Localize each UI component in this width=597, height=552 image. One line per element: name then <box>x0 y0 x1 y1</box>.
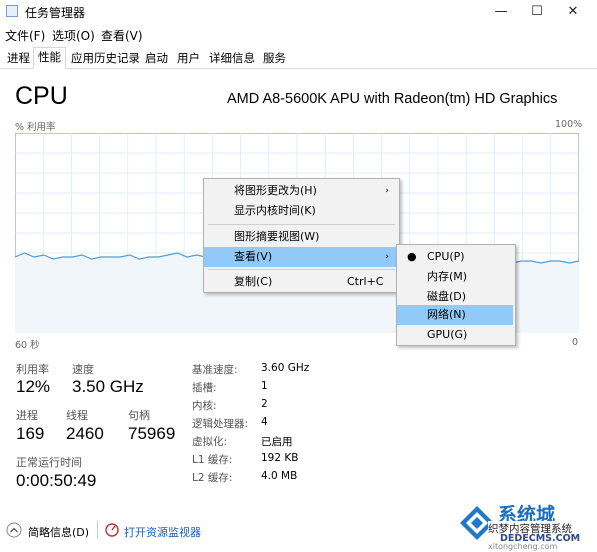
menu-item-view[interactable]: 查看(V) › <box>204 247 399 267</box>
detail-value: 1 <box>261 380 268 392</box>
tab-startup[interactable]: 启动 <box>140 48 173 67</box>
menu-file[interactable]: 文件(F) <box>5 27 45 44</box>
cpu-model: AMD A8-5600K APU with Radeon(tm) HD Grap… <box>227 91 558 107</box>
menu-view[interactable]: 查看(V) <box>101 27 143 44</box>
page-title: CPU <box>15 82 68 110</box>
watermark-logo: 系统城 织梦内容管理系统 DEDECMS.COM xitongcheng.com <box>458 500 597 552</box>
context-menu: 将图形更改为(H) › 显示内核时间(K) 图形摘要视图(W) 查看(V) › … <box>203 178 400 293</box>
uptime-label: 正常运行时间 <box>16 456 82 469</box>
handles-label: 句柄 <box>128 409 150 422</box>
detail-value: 2 <box>261 398 268 410</box>
menu-item-label: 内存(M) <box>427 270 468 283</box>
detail-value: 4.0 MB <box>261 470 298 482</box>
menu-options[interactable]: 选项(O) <box>52 27 95 44</box>
detail-key: 内核: <box>192 400 217 412</box>
tab-performance[interactable]: 性能 <box>33 47 66 69</box>
tab-details[interactable]: 详细信息 <box>204 48 260 67</box>
submenu-item-disk[interactable]: 磁盘(D) <box>397 287 515 307</box>
x-axis-left-label: 60 秒 <box>15 340 40 351</box>
task-manager-icon <box>6 5 18 17</box>
detail-key: 虚拟化: <box>192 436 228 448</box>
menu-separator <box>208 224 395 225</box>
close-button[interactable]: ✕ <box>558 2 588 22</box>
menu-item-label: 将图形更改为(H) <box>234 184 317 197</box>
utilization-value: 12% <box>16 377 51 396</box>
uptime-value: 0:00:50:49 <box>16 471 97 490</box>
detail-key: L1 缓存: <box>192 454 233 466</box>
menu-item-show-kernel-time[interactable]: 显示内核时间(K) <box>204 201 399 221</box>
tab-processes[interactable]: 进程 <box>2 48 35 67</box>
submenu-arrow-icon: › <box>385 186 389 196</box>
submenu-item-cpu[interactable]: ● CPU(P) <box>397 247 515 267</box>
tab-users[interactable]: 用户 <box>172 48 205 67</box>
detail-key: 插槽: <box>192 382 217 394</box>
window-title: 任务管理器 <box>25 6 86 20</box>
submenu-arrow-icon: › <box>385 252 389 262</box>
submenu-item-network[interactable]: 网络(N) <box>397 305 513 325</box>
menu-item-summary-view[interactable]: 图形摘要视图(W) <box>204 227 399 247</box>
detail-value: 3.60 GHz <box>261 362 310 374</box>
detail-key: L2 缓存: <box>192 472 233 484</box>
x-axis-right-label: 0 <box>572 337 579 348</box>
handles-value: 75969 <box>128 424 176 443</box>
footer-divider <box>97 521 98 539</box>
menu-item-label: 显示内核时间(K) <box>234 204 316 217</box>
detail-key: 逻辑处理器: <box>192 418 249 430</box>
maximize-button[interactable]: ☐ <box>522 2 552 22</box>
speed-value: 3.50 GHz <box>72 377 144 396</box>
detail-value: 192 KB <box>261 452 299 464</box>
menu-item-label: CPU(P) <box>427 250 465 263</box>
menu-item-label: 磁盘(D) <box>427 290 467 303</box>
summary-link[interactable]: 简略信息(D) <box>28 524 89 540</box>
menu-item-copy[interactable]: 复制(C) Ctrl+C <box>204 272 399 292</box>
menu-item-label: GPU(G) <box>427 328 468 341</box>
threads-label: 线程 <box>66 409 88 422</box>
y-axis-label: % 利用率 <box>15 122 56 133</box>
tab-app-history[interactable]: 应用历史记录 <box>66 48 145 67</box>
menu-item-label: 图形摘要视图(W) <box>234 230 320 243</box>
submenu-item-memory[interactable]: 内存(M) <box>397 267 515 287</box>
detail-value: 4 <box>261 416 268 428</box>
menu-item-change-graph[interactable]: 将图形更改为(H) › <box>204 181 399 201</box>
menu-item-label: 复制(C) <box>234 275 273 288</box>
shortcut-label: Ctrl+C <box>347 275 384 288</box>
minimize-button[interactable]: — <box>486 2 516 22</box>
watermark-url: xitongcheng.com <box>488 542 558 551</box>
menu-item-label: 网络(N) <box>427 308 466 321</box>
threads-value: 2460 <box>66 424 104 443</box>
detail-key: 基准速度: <box>192 364 238 376</box>
processes-label: 进程 <box>16 409 38 422</box>
tab-services[interactable]: 服务 <box>258 48 291 67</box>
y-axis-max: 100% <box>555 119 583 130</box>
menu-item-label: 查看(V) <box>234 250 273 263</box>
detail-value: 已启用 <box>261 436 293 448</box>
utilization-label: 利用率 <box>16 363 49 376</box>
open-resource-monitor-link[interactable]: 打开资源监视器 <box>124 524 201 540</box>
processes-value: 169 <box>16 424 45 443</box>
resource-monitor-icon <box>105 523 119 537</box>
chevron-up-icon[interactable] <box>6 522 22 538</box>
check-bullet-icon: ● <box>407 250 417 263</box>
view-submenu: ● CPU(P) 内存(M) 磁盘(D) 网络(N) GPU(G) <box>396 244 516 346</box>
menu-separator <box>208 269 395 270</box>
submenu-item-gpu[interactable]: GPU(G) <box>397 325 515 345</box>
speed-label: 速度 <box>72 363 94 376</box>
